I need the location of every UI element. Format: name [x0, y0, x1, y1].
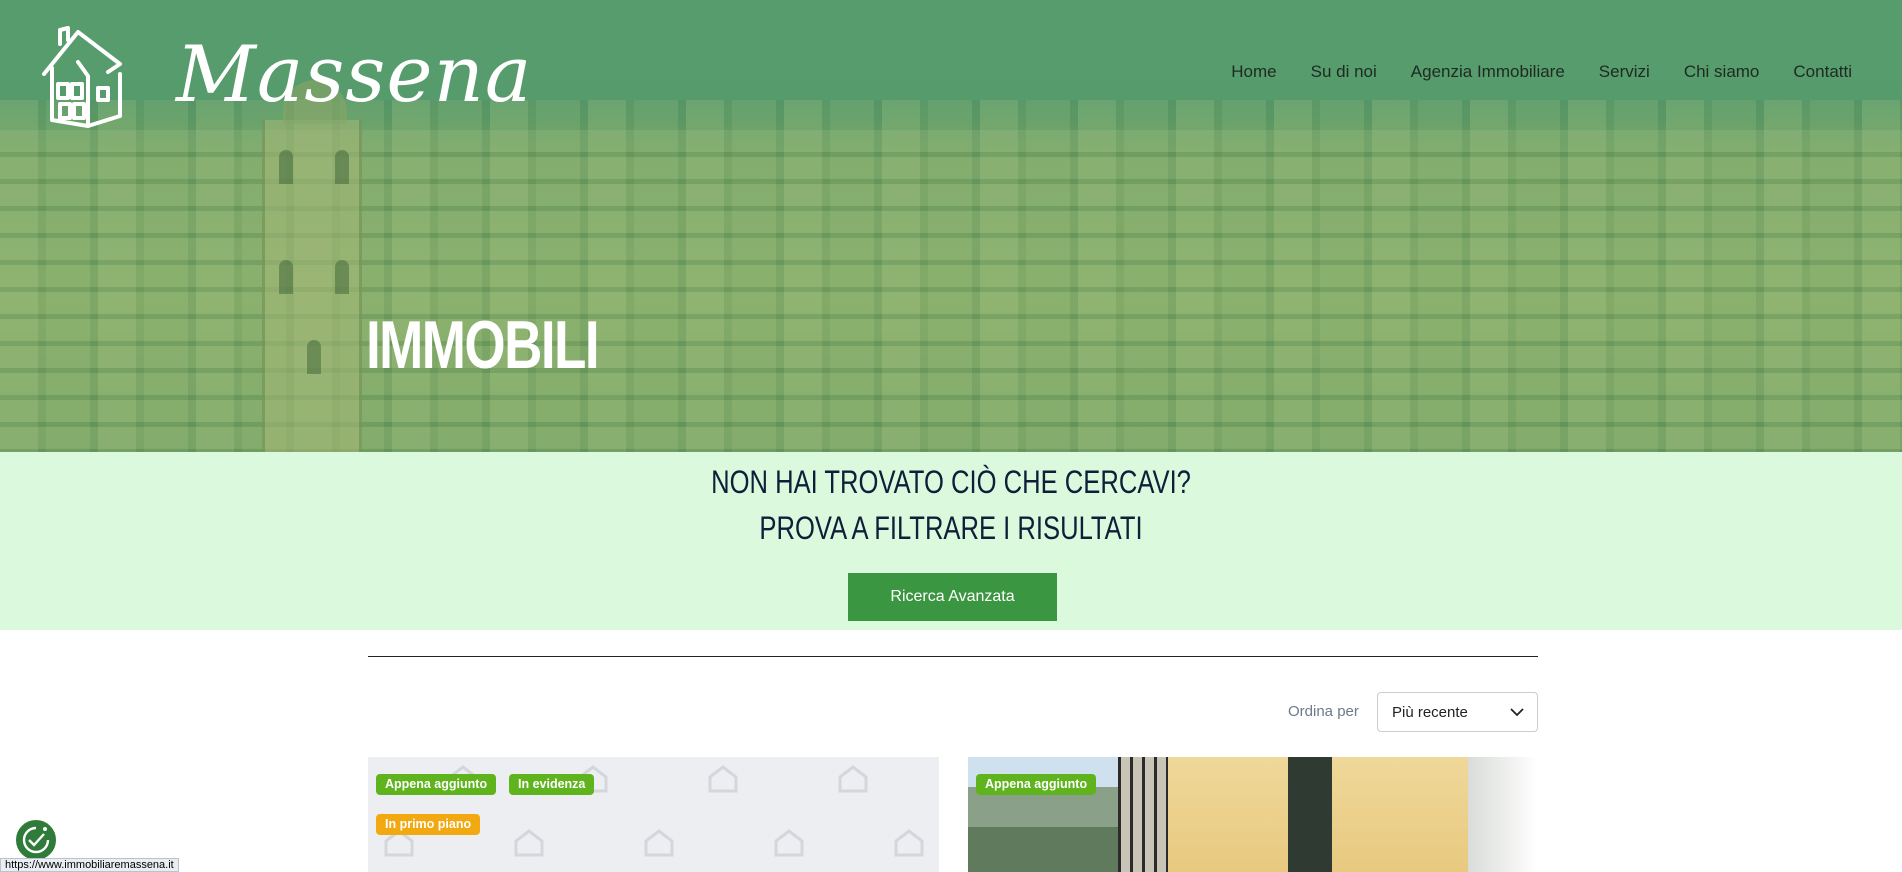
- placeholder-house-icon: [644, 829, 674, 857]
- badge-featured: In evidenza: [509, 774, 595, 795]
- logo-wordmark: Massena: [176, 30, 533, 120]
- badge-highlight: In primo piano: [376, 814, 481, 835]
- chevron-down-icon: [1510, 708, 1524, 717]
- listing-photo-door: [1288, 757, 1332, 872]
- cta-heading-line2: PROVA A FILTRARE I RISULTATI: [759, 510, 1143, 546]
- sort-selected-value: Più recente: [1392, 704, 1468, 721]
- page-title: IMMOBILI: [366, 307, 600, 383]
- nav-agenzia-immobiliare[interactable]: Agenzia Immobiliare: [1411, 62, 1565, 82]
- hero-banner: Massena Home Su di noi Agenzia Immobilia…: [0, 0, 1902, 452]
- listing-photo-balcony: [1118, 757, 1168, 872]
- nav-su-di-noi[interactable]: Su di noi: [1311, 62, 1377, 82]
- main-nav: Home Su di noi Agenzia Immobiliare Servi…: [1231, 62, 1852, 82]
- placeholder-house-icon: [894, 829, 924, 857]
- filter-cta-section: NON HAI TROVATO CIÒ CHE CERCAVI? PROVA A…: [0, 452, 1902, 630]
- nav-chi-siamo[interactable]: Chi siamo: [1684, 62, 1760, 82]
- listing-card[interactable]: Appena aggiunto: [968, 757, 1538, 872]
- nav-contatti[interactable]: Contatti: [1793, 62, 1852, 82]
- cookie-settings-button[interactable]: [14, 818, 58, 862]
- listing-card[interactable]: Appena aggiunto In evidenza In primo pia…: [368, 757, 939, 872]
- placeholder-house-icon: [708, 765, 738, 793]
- placeholder-house-icon: [774, 829, 804, 857]
- placeholder-house-icon: [514, 829, 544, 857]
- divider: [368, 656, 1538, 657]
- cta-heading-line1: NON HAI TROVATO CIÒ CHE CERCAVI?: [711, 464, 1191, 500]
- advanced-search-button[interactable]: Ricerca Avanzata: [848, 573, 1057, 621]
- placeholder-house-icon: [838, 765, 868, 793]
- sort-label: Ordina per: [1288, 703, 1359, 720]
- nav-servizi[interactable]: Servizi: [1599, 62, 1650, 82]
- house-logo-icon: [42, 26, 122, 128]
- nav-home[interactable]: Home: [1231, 62, 1276, 82]
- badge-new: Appena aggiunto: [976, 774, 1097, 795]
- cookie-check-icon: [22, 826, 50, 854]
- badge-new: Appena aggiunto: [376, 774, 497, 795]
- listing-photo-window: [1468, 757, 1538, 872]
- site-logo[interactable]: Massena: [38, 22, 531, 132]
- sort-select[interactable]: Più recente: [1377, 692, 1538, 732]
- status-bar-url: https://www.immobiliaremassena.it: [0, 858, 179, 872]
